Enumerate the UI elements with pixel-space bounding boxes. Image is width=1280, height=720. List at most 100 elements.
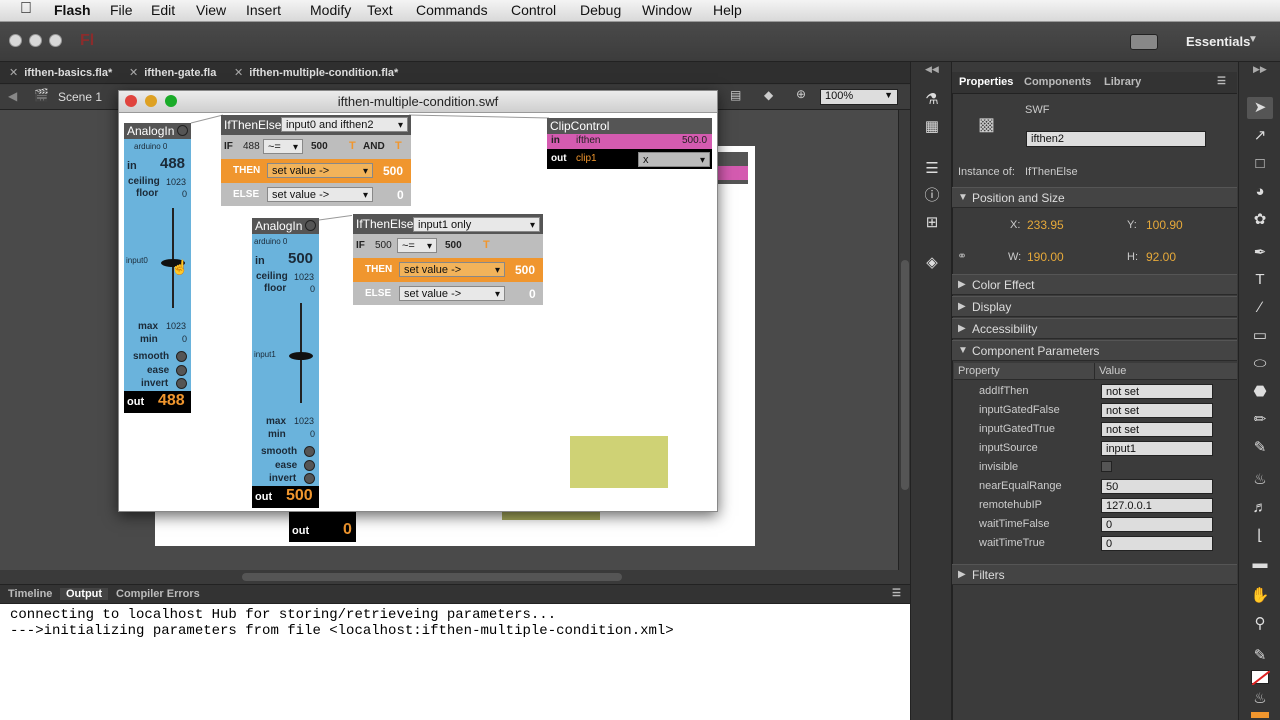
eyedropper-tool-icon[interactable]: ⌊ — [1247, 525, 1273, 547]
expand-icon[interactable]: ◀◀ — [925, 64, 939, 75]
zoom-window-button[interactable] — [49, 34, 62, 47]
menu-help[interactable]: Help — [713, 2, 742, 18]
scene-label[interactable]: Scene 1 — [58, 90, 102, 104]
zoom-tool-icon[interactable]: ⚲ — [1247, 613, 1273, 635]
slider-thumb[interactable] — [289, 352, 313, 360]
menu-window[interactable]: Window — [642, 2, 692, 18]
workspace-selector[interactable]: Essentials — [1186, 34, 1250, 49]
menu-modify[interactable]: Modify — [310, 2, 351, 18]
h-value[interactable]: 92.00 — [1146, 250, 1176, 264]
param-value[interactable]: input1 — [1101, 441, 1213, 456]
else-action-select[interactable]: set value -> — [267, 187, 373, 203]
edit-scene-icon[interactable]: ▤ — [730, 88, 741, 102]
menu-control[interactable]: Control — [511, 2, 556, 18]
doc-tab-active[interactable]: ✕ ifthen-multiple-condition.fla* — [234, 66, 398, 79]
panel-menu-icon[interactable]: ☰ — [892, 588, 901, 599]
eraser-tool-icon[interactable]: ▬ — [1247, 553, 1273, 575]
apple-icon[interactable]:  — [20, 0, 32, 18]
fill-color-swatch[interactable] — [1251, 712, 1269, 718]
then-action-select[interactable]: set value -> — [267, 163, 373, 179]
param-value[interactable]: 0 — [1101, 536, 1213, 551]
section-accessibility[interactable]: ▶ Accessibility — [952, 318, 1237, 339]
free-transform-tool-icon[interactable]: □ — [1247, 153, 1273, 175]
then-action-select[interactable]: set value -> — [399, 262, 505, 278]
smooth-toggle[interactable] — [304, 446, 315, 457]
operator-select[interactable]: ~= — [397, 238, 437, 254]
tab-components[interactable]: Components — [1024, 76, 1091, 88]
align-icon[interactable]: ☰ — [919, 158, 945, 180]
ease-toggle[interactable] — [176, 365, 187, 376]
mode-select[interactable]: input1 only — [413, 217, 540, 233]
section-position-size[interactable]: ▼ Position and Size — [952, 187, 1237, 208]
text-tool-icon[interactable]: T — [1247, 269, 1273, 291]
w-value[interactable]: 190.00 — [1027, 250, 1064, 264]
section-component-parameters[interactable]: ▼ Component Parameters — [952, 340, 1237, 361]
menu-insert[interactable]: Insert — [246, 2, 281, 18]
stroke-color-icon[interactable]: ✎ — [1247, 645, 1273, 667]
param-value[interactable]: not set — [1101, 403, 1213, 418]
section-color-effect[interactable]: ▶ Color Effect — [952, 274, 1237, 295]
menu-edit[interactable]: Edit — [151, 2, 175, 18]
fill-color-icon[interactable]: ♨ — [1247, 688, 1273, 710]
collapse-icon[interactable]: ▶▶ — [1253, 64, 1267, 75]
rectangle-tool-icon[interactable]: ▭ — [1247, 325, 1273, 347]
doc-tab[interactable]: ✕ ifthen-gate.fla — [129, 66, 216, 79]
close-icon[interactable]: ✕ — [9, 67, 18, 79]
paint-bucket-tool-icon[interactable]: ♨ — [1247, 469, 1273, 491]
menu-commands[interactable]: Commands — [416, 2, 488, 18]
tab-compiler-errors[interactable]: Compiler Errors — [116, 588, 200, 600]
invert-toggle[interactable] — [176, 378, 187, 389]
menu-debug[interactable]: Debug — [580, 2, 621, 18]
param-value[interactable]: not set — [1101, 384, 1213, 399]
components-icon[interactable]: ◈ — [919, 252, 945, 274]
doc-tab[interactable]: ✕ ifthen-basics.fla* — [9, 66, 112, 79]
link-icon[interactable]: ⚭ — [957, 249, 967, 263]
app-menu[interactable]: Flash — [54, 2, 91, 18]
polystar-tool-icon[interactable]: ⬣ — [1247, 381, 1273, 403]
horizontal-scrollbar[interactable] — [0, 570, 898, 584]
vertical-scrollbar[interactable] — [898, 110, 910, 570]
scrollbar-thumb[interactable] — [901, 260, 909, 490]
hand-tool-icon[interactable]: ✋ — [1247, 585, 1273, 607]
operator-select[interactable]: ~= — [263, 139, 303, 155]
section-filters[interactable]: ▶ Filters — [952, 564, 1237, 585]
x-value[interactable]: 233.95 — [1027, 218, 1064, 232]
scrollbar-thumb[interactable] — [242, 573, 622, 581]
tab-library[interactable]: Library — [1104, 76, 1141, 88]
back-arrow-icon[interactable]: ◀ — [8, 89, 17, 103]
pencil-tool-icon[interactable]: ✏ — [1247, 409, 1273, 431]
pen-tool-icon[interactable]: ✒ — [1247, 242, 1273, 264]
ease-toggle[interactable] — [304, 460, 315, 471]
invert-toggle[interactable] — [304, 473, 315, 484]
ink-bottle-tool-icon[interactable]: ♬ — [1247, 497, 1273, 519]
zoom-select[interactable]: 100% ▼ — [820, 89, 898, 105]
output-console[interactable]: connecting to localhost Hub for storing/… — [0, 604, 910, 720]
brush-tool-icon[interactable]: ✎ — [1247, 437, 1273, 459]
y-value[interactable]: 100.90 — [1146, 218, 1183, 232]
section-display[interactable]: ▶ Display — [952, 296, 1237, 317]
oval-tool-icon[interactable]: ⬭ — [1247, 353, 1273, 375]
subselection-tool-icon[interactable]: ↗ — [1247, 125, 1273, 147]
selection-tool-icon[interactable]: ➤ — [1247, 97, 1273, 119]
menu-view[interactable]: View — [196, 2, 226, 18]
edit-symbol-icon[interactable]: ◆ — [764, 88, 773, 102]
close-icon[interactable]: ✕ — [234, 67, 243, 79]
param-value[interactable]: 50 — [1101, 479, 1213, 494]
param-value[interactable]: not set — [1101, 422, 1213, 437]
close-window-button[interactable] — [9, 34, 22, 47]
minimize-window-button[interactable] — [29, 34, 42, 47]
line-tool-icon[interactable]: ∕ — [1247, 297, 1273, 319]
lasso-tool-icon[interactable]: ✿ — [1247, 209, 1273, 231]
workspace-switch-icon[interactable] — [1130, 34, 1158, 50]
motion-presets-icon[interactable]: ⚗ — [919, 89, 945, 111]
menu-file[interactable]: File — [110, 2, 133, 18]
chevron-down-icon[interactable]: ▼ — [1248, 34, 1258, 45]
clip-property-select[interactable]: x — [638, 152, 710, 168]
param-value[interactable]: 0 — [1101, 517, 1213, 532]
menu-text[interactable]: Text — [367, 2, 393, 18]
transform-icon[interactable]: ⊞ — [919, 212, 945, 234]
tab-properties[interactable]: Properties — [959, 76, 1013, 88]
close-icon[interactable]: ✕ — [129, 67, 138, 79]
invisible-checkbox[interactable] — [1101, 461, 1112, 472]
info-icon[interactable]: ⓘ — [919, 185, 945, 207]
